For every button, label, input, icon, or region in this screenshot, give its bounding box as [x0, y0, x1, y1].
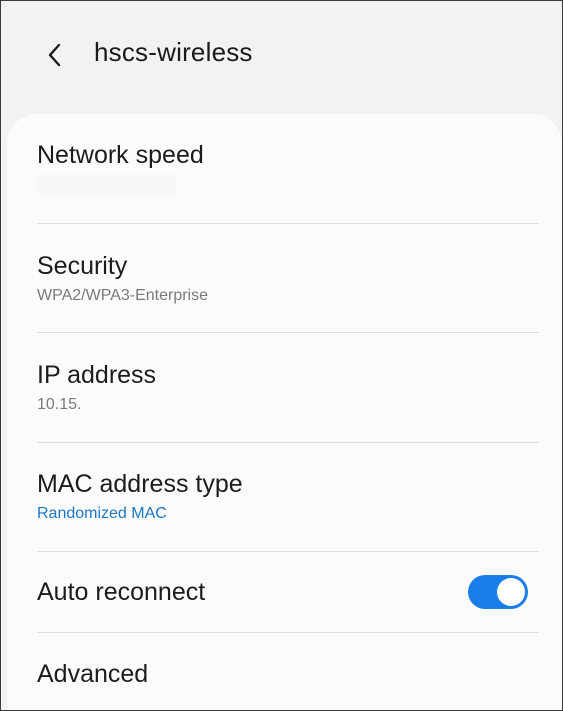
chevron-left-icon [48, 43, 61, 67]
toggle-knob [497, 578, 525, 606]
back-button[interactable] [35, 35, 75, 75]
app-bar: hscs-wireless [1, 1, 562, 101]
mac-address-type-item[interactable]: MAC address type Randomized MAC [37, 469, 537, 525]
divider [37, 223, 539, 224]
mac-address-type-label: MAC address type [37, 470, 243, 498]
divider [37, 551, 539, 552]
ip-address-value: 10.15. [37, 394, 537, 416]
mac-address-type-value: Randomized MAC [37, 505, 167, 522]
ip-address-item[interactable]: IP address 10.15. [37, 360, 537, 416]
wifi-network-details-screen: hscs-wireless Network speed Security WPA… [0, 0, 563, 711]
ip-address-label: IP address [37, 361, 157, 389]
network-speed-label: Network speed [37, 141, 204, 169]
page-title: hscs-wireless [94, 37, 253, 67]
network-speed-value [37, 174, 177, 196]
divider [37, 632, 539, 633]
security-label: Security [37, 252, 128, 280]
ip-address-text: 10.15. [37, 396, 82, 413]
advanced-item[interactable]: Advanced [37, 659, 537, 689]
auto-reconnect-item[interactable]: Auto reconnect [37, 577, 457, 607]
divider [37, 332, 539, 333]
security-item[interactable]: Security WPA2/WPA3-Enterprise [37, 251, 537, 307]
divider [37, 442, 539, 443]
auto-reconnect-label: Auto reconnect [37, 578, 206, 606]
advanced-label: Advanced [37, 660, 149, 688]
network-speed-item[interactable]: Network speed [37, 140, 537, 201]
security-value: WPA2/WPA3-Enterprise [37, 287, 209, 304]
auto-reconnect-toggle[interactable] [468, 575, 528, 609]
